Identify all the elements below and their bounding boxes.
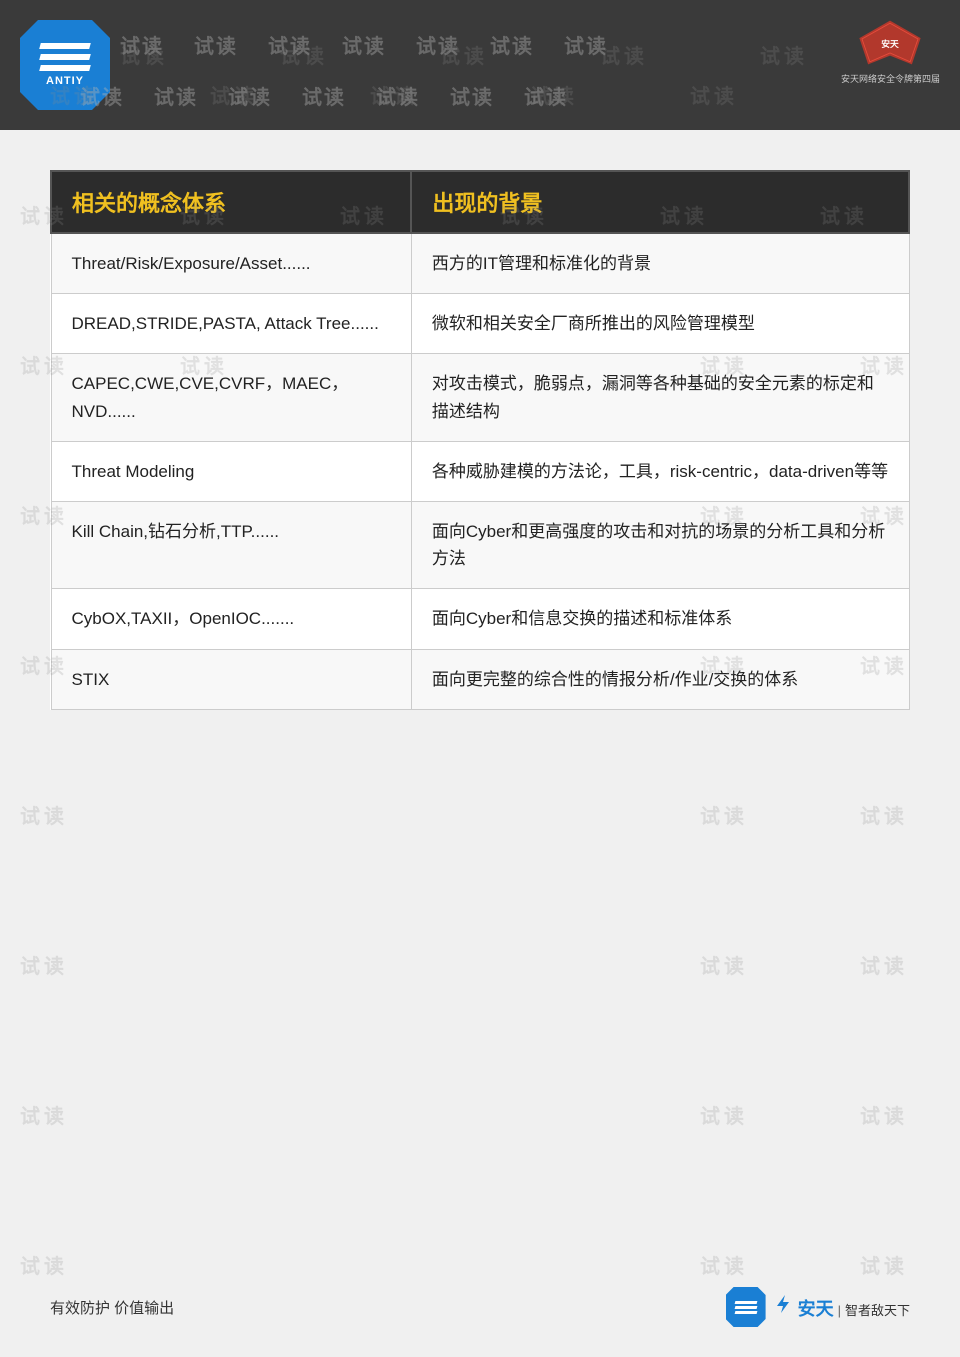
- table-cell-left: Threat Modeling: [51, 441, 411, 501]
- footer-stripe-1: [734, 1301, 757, 1304]
- watermark-item: 试读: [700, 1100, 748, 1129]
- header-wm-b7: 试读: [524, 81, 568, 110]
- table-cell-right: 各种威胁建模的方法论，工具，risk-centric，data-driven等等: [411, 441, 909, 501]
- table-row: DREAD,STRIDE,PASTA, Attack Tree......微软和…: [51, 294, 909, 354]
- header-wm-b5: 试读: [376, 81, 420, 110]
- table-cell-left: STIX: [51, 649, 411, 709]
- header-wm-5: 试读: [416, 30, 460, 59]
- footer-brand: 安天 | 智者敌天下: [726, 1287, 910, 1327]
- header-wm-b4: 试读: [302, 81, 346, 110]
- watermark-item: 试读: [20, 1100, 68, 1129]
- table-row: Kill Chain,钻石分析,TTP......面向Cyber和更高强度的攻击…: [51, 501, 909, 588]
- table-header-row: 相关的概念体系 出现的背景: [51, 171, 909, 233]
- logo-stripes: [40, 43, 90, 71]
- header-wm-6: 试读: [490, 30, 534, 59]
- svg-text:安天: 安天: [882, 38, 900, 49]
- header-wm-1: 试读: [120, 30, 164, 59]
- watermark-item: 试读: [860, 1100, 908, 1129]
- concept-table: 相关的概念体系 出现的背景 Threat/Risk/Exposure/Asset…: [50, 170, 910, 710]
- table-row: STIX面向更完整的综合性的情报分析/作业/交换的体系: [51, 649, 909, 709]
- header-wm-3: 试读: [268, 30, 312, 59]
- table-cell-left: Kill Chain,钻石分析,TTP......: [51, 501, 411, 588]
- table-cell-left: DREAD,STRIDE,PASTA, Attack Tree......: [51, 294, 411, 354]
- footer-logo-icon: [726, 1287, 766, 1327]
- header-wm-4: 试读: [342, 30, 386, 59]
- table-row: Threat Modeling各种威胁建模的方法论，工具，risk-centri…: [51, 441, 909, 501]
- watermark-item: 试读: [700, 950, 748, 979]
- top-right-logo: 安天 安天网络安全令牌第四届: [841, 15, 940, 85]
- logo-stripe-2: [39, 54, 91, 60]
- table-cell-right: 对攻击模式，脆弱点，漏洞等各种基础的安全元素的标定和描述结构: [411, 354, 909, 441]
- logo-text: ANTIY: [46, 75, 84, 87]
- watermark-item: 试读: [860, 800, 908, 829]
- footer-logo-stripes: [735, 1301, 757, 1314]
- watermark-item: 试读: [20, 800, 68, 829]
- footer: 有效防护 价值输出 安天 | 智者敌天下: [0, 1287, 960, 1327]
- table-row: Threat/Risk/Exposure/Asset......西方的IT管理和…: [51, 233, 909, 294]
- watermark-item: 试读: [20, 1250, 68, 1279]
- header-wm-b6: 试读: [450, 81, 494, 110]
- footer-brand-main: 安天: [798, 1295, 834, 1321]
- watermark-item: 试读: [20, 950, 68, 979]
- watermark-item: 试读: [860, 1250, 908, 1279]
- footer-stripe-3: [734, 1311, 757, 1314]
- main-content: 相关的概念体系 出现的背景 Threat/Risk/Exposure/Asset…: [0, 130, 960, 750]
- header-wm-b1: 试读: [80, 81, 124, 110]
- table-cell-right: 面向Cyber和信息交换的描述和标准体系: [411, 589, 909, 649]
- footer-tagline: 有效防护 价值输出: [50, 1297, 174, 1318]
- table-cell-right: 面向更完整的综合性的情报分析/作业/交换的体系: [411, 649, 909, 709]
- table-row: CybOX,TAXII，OpenIOC.......面向Cyber和信息交换的描…: [51, 589, 909, 649]
- watermark-item: 试读: [700, 1250, 748, 1279]
- footer-lightning-icon: [772, 1293, 794, 1315]
- table-row: CAPEC,CWE,CVE,CVRF，MAEC，NVD......对攻击模式，脆…: [51, 354, 909, 441]
- logo-stripe-3: [39, 65, 91, 71]
- table-cell-left: CAPEC,CWE,CVE,CVRF，MAEC，NVD......: [51, 354, 411, 441]
- header-wm-b3: 试读: [228, 81, 272, 110]
- table-cell-left: Threat/Risk/Exposure/Asset......: [51, 233, 411, 294]
- table-cell-left: CybOX,TAXII，OpenIOC.......: [51, 589, 411, 649]
- top-right-subtitle: 安天网络安全令牌第四届: [841, 72, 940, 85]
- table-cell-right: 微软和相关安全厂商所推出的风险管理模型: [411, 294, 909, 354]
- header-wm-7: 试读: [564, 30, 608, 59]
- footer-brand-sub: 智者敌天下: [845, 1300, 910, 1319]
- table-cell-right: 面向Cyber和更高强度的攻击和对抗的场景的分析工具和分析方法: [411, 501, 909, 588]
- top-right-brand-icon: 安天: [855, 15, 925, 70]
- col2-header: 出现的背景: [411, 171, 909, 233]
- header-wm-b2: 试读: [154, 81, 198, 110]
- header: ANTIY 试读 试读 试读 试读 试读 试读 试读 试读 试读 试读 试读 试…: [0, 0, 960, 130]
- header-wm-2: 试读: [194, 30, 238, 59]
- footer-brand-text: 安天 | 智者敌天下: [772, 1293, 910, 1321]
- col1-header: 相关的概念体系: [51, 171, 411, 233]
- footer-stripe-2: [734, 1306, 757, 1309]
- watermark-item: 试读: [700, 800, 748, 829]
- table-cell-right: 西方的IT管理和标准化的背景: [411, 233, 909, 294]
- watermark-item: 试读: [860, 950, 908, 979]
- logo-stripe-1: [39, 43, 91, 49]
